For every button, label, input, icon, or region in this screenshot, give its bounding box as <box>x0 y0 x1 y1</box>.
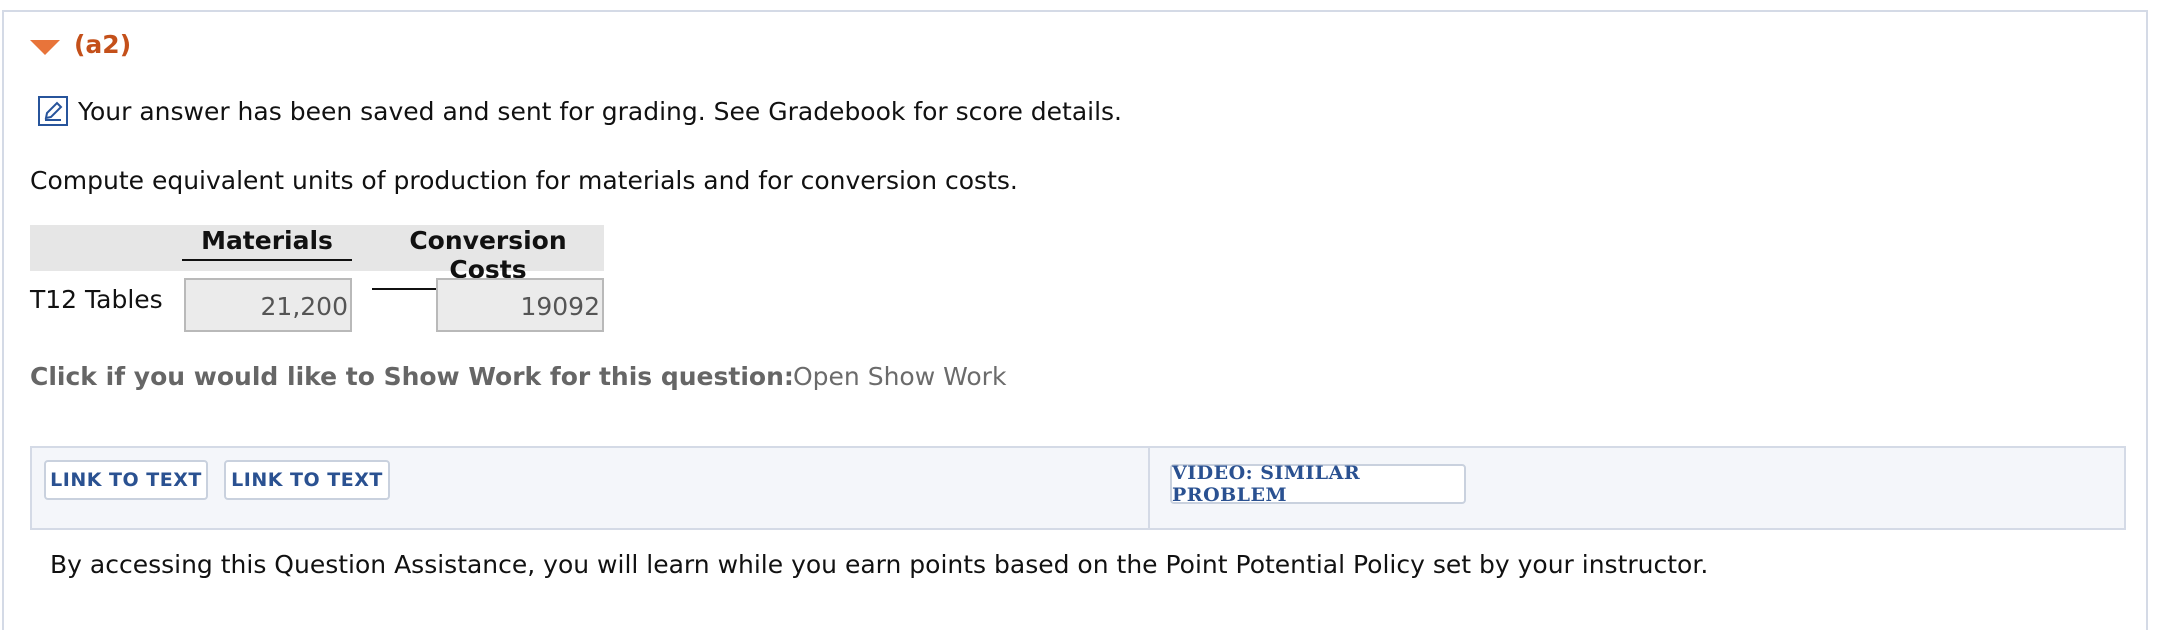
column-header-materials: Materials <box>182 226 352 261</box>
show-work-prompt: Click if you would like to Show Work for… <box>30 362 794 391</box>
open-show-work-link[interactable]: Open Show Work <box>793 362 1006 391</box>
link-to-text-button[interactable]: LINK TO TEXT <box>44 460 208 500</box>
section-title: (a2) <box>74 30 132 59</box>
assistance-policy-text: By accessing this Question Assistance, y… <box>50 550 1709 579</box>
materials-answer-field[interactable]: 21,200 <box>184 278 352 332</box>
saved-message: Your answer has been saved and sent for … <box>78 96 1123 126</box>
assistance-divider <box>1148 446 1150 530</box>
edit-pencil-icon <box>38 96 68 126</box>
question-instruction: Compute equivalent units of production f… <box>30 166 1018 195</box>
video-similar-problem-button[interactable]: VIDEO: SIMILAR PROBLEM <box>1170 462 1466 506</box>
saved-status: Your answer has been saved and sent for … <box>38 96 1122 126</box>
row-label: T12 Tables <box>30 285 163 314</box>
section-header[interactable]: (a2) <box>30 30 131 59</box>
link-to-text-button-2[interactable]: LINK TO TEXT <box>224 460 390 500</box>
collapse-triangle-icon[interactable] <box>30 40 60 55</box>
conversion-answer-field[interactable]: 19092 <box>436 278 604 332</box>
